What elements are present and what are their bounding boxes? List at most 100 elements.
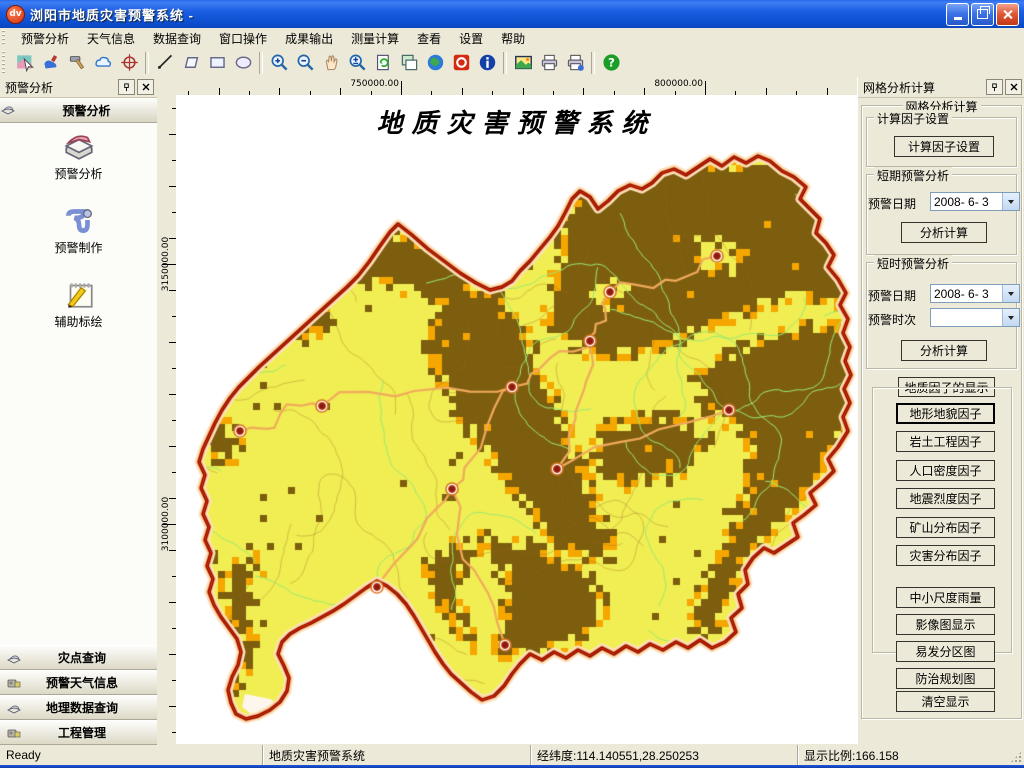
dock-bar-3[interactable]: 工程管理 <box>0 720 157 745</box>
ellipse-button[interactable] <box>231 51 255 75</box>
menu-item-1[interactable]: 天气信息 <box>78 28 144 49</box>
stop-icon <box>452 53 471 72</box>
short-term-date-value: 2008- 6- 3 <box>931 195 1002 209</box>
factor-button-4[interactable]: 矿山分布因子 <box>896 517 995 538</box>
menu-item-5[interactable]: 测量计算 <box>342 28 408 49</box>
line-icon <box>156 53 175 72</box>
pin-button[interactable] <box>986 79 1003 95</box>
map-document-area: 750000.00800000.00 3150000.003100000.00 … <box>157 77 857 745</box>
factor-button-5[interactable]: 灾害分布因子 <box>896 545 995 566</box>
map-select-button[interactable] <box>13 51 37 75</box>
tool-item-2[interactable]: 辅助标绘 <box>0 277 157 330</box>
map-layer-button-0[interactable]: 中小尺度雨量 <box>896 587 995 608</box>
menu-item-8[interactable]: 帮助 <box>492 28 534 49</box>
line-button[interactable] <box>153 51 177 75</box>
center-target-button[interactable] <box>117 51 141 75</box>
ruler-tick <box>169 706 176 707</box>
short-term-date-combo[interactable]: 2008- 6- 3 <box>930 192 1020 211</box>
left-panel-title: 预警分析 <box>5 79 53 96</box>
dock-bar-label: 工程管理 <box>27 724 157 741</box>
factor-button-1[interactable]: 岩土工程因子 <box>896 431 995 452</box>
dock-bar-label: 灾点查询 <box>27 649 157 666</box>
short-time-analyze-button[interactable]: 分析计算 <box>901 340 987 361</box>
zoom-in-icon <box>270 53 289 72</box>
copy-map-button[interactable] <box>397 51 421 75</box>
factor-button-2[interactable]: 人口密度因子 <box>896 460 995 481</box>
dock-bar-label: 预警天气信息 <box>27 674 157 691</box>
ruler-tick <box>169 134 176 135</box>
toolbar-gripper[interactable] <box>2 51 9 74</box>
tool-item-0[interactable]: 预警分析 <box>0 129 157 182</box>
toolbar-separator <box>259 52 263 74</box>
status-coordinates: 经纬度:114.140551,28.250253 <box>530 745 797 765</box>
pin-button[interactable] <box>118 79 135 95</box>
factor-settings-button[interactable]: 计算因子设置 <box>894 136 994 157</box>
app-icon: dv <box>6 5 25 24</box>
dock-bar-2[interactable]: 地理数据查询 <box>0 695 157 720</box>
right-panel-header: 网格分析计算 <box>858 77 1024 98</box>
globe-button[interactable] <box>423 51 447 75</box>
minimize-button[interactable] <box>946 3 969 26</box>
cloud-icon <box>94 53 113 72</box>
warning-analysis-icon <box>62 129 96 163</box>
factor-button-3[interactable]: 地震烈度因子 <box>896 488 995 509</box>
section-header-warning-analysis[interactable]: 预警分析 <box>0 98 157 123</box>
panel-close-button[interactable] <box>137 79 154 95</box>
map-layer-button-3[interactable]: 防治规划图 <box>896 668 995 689</box>
short-time-date-value: 2008- 6- 3 <box>931 287 1002 301</box>
stop-button[interactable] <box>449 51 473 75</box>
map-layer-button-2[interactable]: 易发分区图 <box>896 641 995 662</box>
tool-item-1[interactable]: 预警制作 <box>0 203 157 256</box>
menu-item-0[interactable]: 预警分析 <box>12 28 78 49</box>
menu-item-3[interactable]: 窗口操作 <box>210 28 276 49</box>
image-view-button[interactable] <box>511 51 535 75</box>
chevron-down-icon[interactable] <box>1002 285 1019 302</box>
short-time-date-combo[interactable]: 2008- 6- 3 <box>930 284 1020 303</box>
close-button[interactable] <box>996 3 1019 26</box>
map-viewport[interactable]: 地质灾害预警系统 <box>176 95 857 744</box>
polygon-button[interactable] <box>179 51 203 75</box>
hammer-button[interactable] <box>65 51 89 75</box>
help-button[interactable]: ? <box>599 51 623 75</box>
title-bar[interactable]: dv 浏阳市地质灾害预警系统 - <box>0 0 1024 28</box>
short-time-times-combo[interactable] <box>930 308 1020 327</box>
menu-item-6[interactable]: 查看 <box>408 28 450 49</box>
panel-close-button[interactable] <box>1005 79 1022 95</box>
ruler-tick <box>169 654 176 655</box>
hammer-icon <box>68 53 87 72</box>
short-term-analyze-button[interactable]: 分析计算 <box>901 222 987 243</box>
info-button[interactable] <box>475 51 499 75</box>
image-view-icon <box>514 53 533 72</box>
rectangle-button[interactable] <box>205 51 229 75</box>
print-setup-button[interactable] <box>563 51 587 75</box>
map-layer-button-4[interactable]: 清空显示 <box>896 691 995 712</box>
menu-item-2[interactable]: 数据查询 <box>144 28 210 49</box>
chevron-down-icon[interactable] <box>1002 309 1019 326</box>
factor-button-0[interactable]: 地形地貌因子 <box>896 403 995 424</box>
paint-button[interactable] <box>39 51 63 75</box>
menu-item-4[interactable]: 成果输出 <box>276 28 342 49</box>
zoom-out-button[interactable] <box>293 51 317 75</box>
dock-bar-label: 地理数据查询 <box>27 699 157 716</box>
chevron-down-icon[interactable] <box>1002 193 1019 210</box>
left-panel-header: 预警分析 <box>0 77 157 98</box>
restore-button[interactable] <box>971 3 994 26</box>
stamp-icon <box>6 700 22 716</box>
ruler-tick <box>169 446 176 447</box>
menu-bar: 预警分析天气信息数据查询窗口操作成果输出测量计算查看设置帮助 <box>0 28 1024 48</box>
map-canvas[interactable] <box>176 95 857 744</box>
dock-bar-0[interactable]: 灾点查询 <box>0 645 157 670</box>
zoom-extent-button[interactable] <box>345 51 369 75</box>
sketch-pencil-icon <box>62 277 96 311</box>
menu-gripper[interactable] <box>2 30 9 46</box>
cloud-button[interactable] <box>91 51 115 75</box>
zoom-in-button[interactable] <box>267 51 291 75</box>
section-header-label: 预警分析 <box>16 102 157 119</box>
dock-bar-1[interactable]: 预警天气信息 <box>0 670 157 695</box>
pan-hand-button[interactable] <box>319 51 343 75</box>
map-layer-button-1[interactable]: 影像图显示 <box>896 614 995 635</box>
refresh-doc-button[interactable] <box>371 51 395 75</box>
horizontal-ruler: 750000.00800000.00 <box>176 78 856 96</box>
menu-item-7[interactable]: 设置 <box>450 28 492 49</box>
print-button[interactable] <box>537 51 561 75</box>
